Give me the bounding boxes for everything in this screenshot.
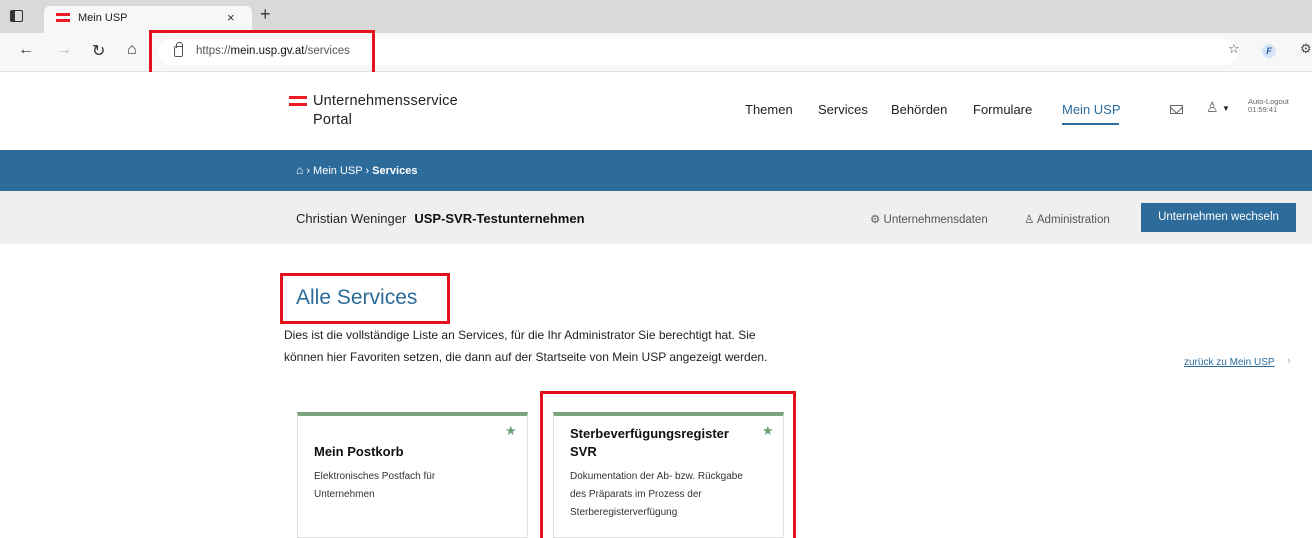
browser-tab-bar: Mein USP × +: [0, 0, 1312, 33]
forward-arrow-icon[interactable]: →: [56, 41, 72, 59]
user-key-icon: ♙: [1024, 214, 1037, 226]
usp-favicon-icon: [56, 13, 70, 23]
tab-actions-icon[interactable]: [10, 10, 23, 22]
intro-text: Dies ist die vollständige Liste an Servi…: [284, 324, 864, 368]
card-desc-postkorb: Elektronisches Postfach für Unternehmen: [314, 471, 436, 500]
user-icon[interactable]: ♙: [1206, 99, 1219, 116]
user-info: Christian Weninger USP-SVR-Testunternehme…: [296, 211, 585, 226]
company-data-link[interactable]: ⚙ Unternehmensdaten: [870, 212, 988, 226]
breadcrumb-services: Services: [372, 165, 418, 177]
user-bar: [0, 191, 1312, 244]
chevron-right-icon: ›: [1287, 355, 1291, 367]
settings-icon[interactable]: ⚙: [1300, 41, 1312, 57]
nav-formulare[interactable]: Formulare: [973, 102, 1032, 117]
add-favorite-icon[interactable]: ☆: [1228, 41, 1240, 57]
browser-tab[interactable]: Mein USP ×: [44, 6, 252, 33]
chevron-down-icon[interactable]: ▼: [1222, 104, 1230, 113]
auto-logout-time: 01:59:41: [1248, 105, 1278, 114]
back-to-mein-usp-link[interactable]: zurück zu Mein USP: [1184, 357, 1275, 368]
page: Mein USP × + ← → ↻ ⌂ https://mein.usp.gv…: [0, 0, 1312, 538]
back-arrow-icon[interactable]: ←: [18, 41, 34, 59]
page-title: Alle Services: [296, 286, 418, 309]
company-name: USP-SVR-Testunternehmen: [414, 211, 585, 226]
austria-flag-icon: [289, 96, 307, 108]
user-name: Christian Weninger: [296, 211, 407, 226]
nav-mein-usp[interactable]: Mein USP: [1062, 102, 1121, 117]
site-logo[interactable]: Unternehmensservice Portal: [313, 92, 458, 130]
url-highlight-box: [149, 30, 375, 78]
switch-company-button[interactable]: Unternehmen wechseln: [1141, 203, 1296, 232]
nav-behoerden[interactable]: Behörden: [891, 102, 947, 117]
intro-line1: Dies ist die vollständige Liste an Servi…: [284, 328, 756, 342]
administration-link[interactable]: ♙ Administration: [1024, 212, 1110, 226]
logo-line1: Unternehmensservice: [313, 93, 458, 109]
new-tab-button[interactable]: +: [260, 4, 271, 24]
mail-icon[interactable]: [1170, 105, 1183, 114]
intro-line2: können hier Favoriten setzen, die dann a…: [284, 350, 768, 364]
home-icon[interactable]: ⌂: [127, 41, 137, 59]
auto-logout-timer: Auto-Logout 01:59:41: [1248, 98, 1289, 114]
card-title-postkorb: Mein Postkorb: [314, 444, 404, 459]
reload-icon[interactable]: ↻: [92, 41, 105, 61]
breadcrumb: ⌂ › Mein USP › Services: [296, 163, 417, 177]
logo-line2: Portal: [313, 112, 353, 128]
gear-icon: ⚙: [870, 214, 884, 226]
favorite-star-icon[interactable]: ★: [505, 423, 517, 439]
nav-services[interactable]: Services: [818, 102, 868, 117]
breadcrumb-mein-usp[interactable]: Mein USP: [313, 165, 362, 177]
extension-icon[interactable]: F: [1262, 44, 1276, 58]
tab-title: Mein USP: [78, 12, 128, 24]
breadcrumb-home-icon[interactable]: ⌂: [296, 163, 303, 177]
nav-themen[interactable]: Themen: [745, 102, 793, 117]
card-highlight-box: [540, 391, 796, 538]
breadcrumb-bar: [0, 150, 1312, 191]
close-tab-icon[interactable]: ×: [227, 10, 235, 25]
active-nav-underline: [1062, 123, 1119, 125]
